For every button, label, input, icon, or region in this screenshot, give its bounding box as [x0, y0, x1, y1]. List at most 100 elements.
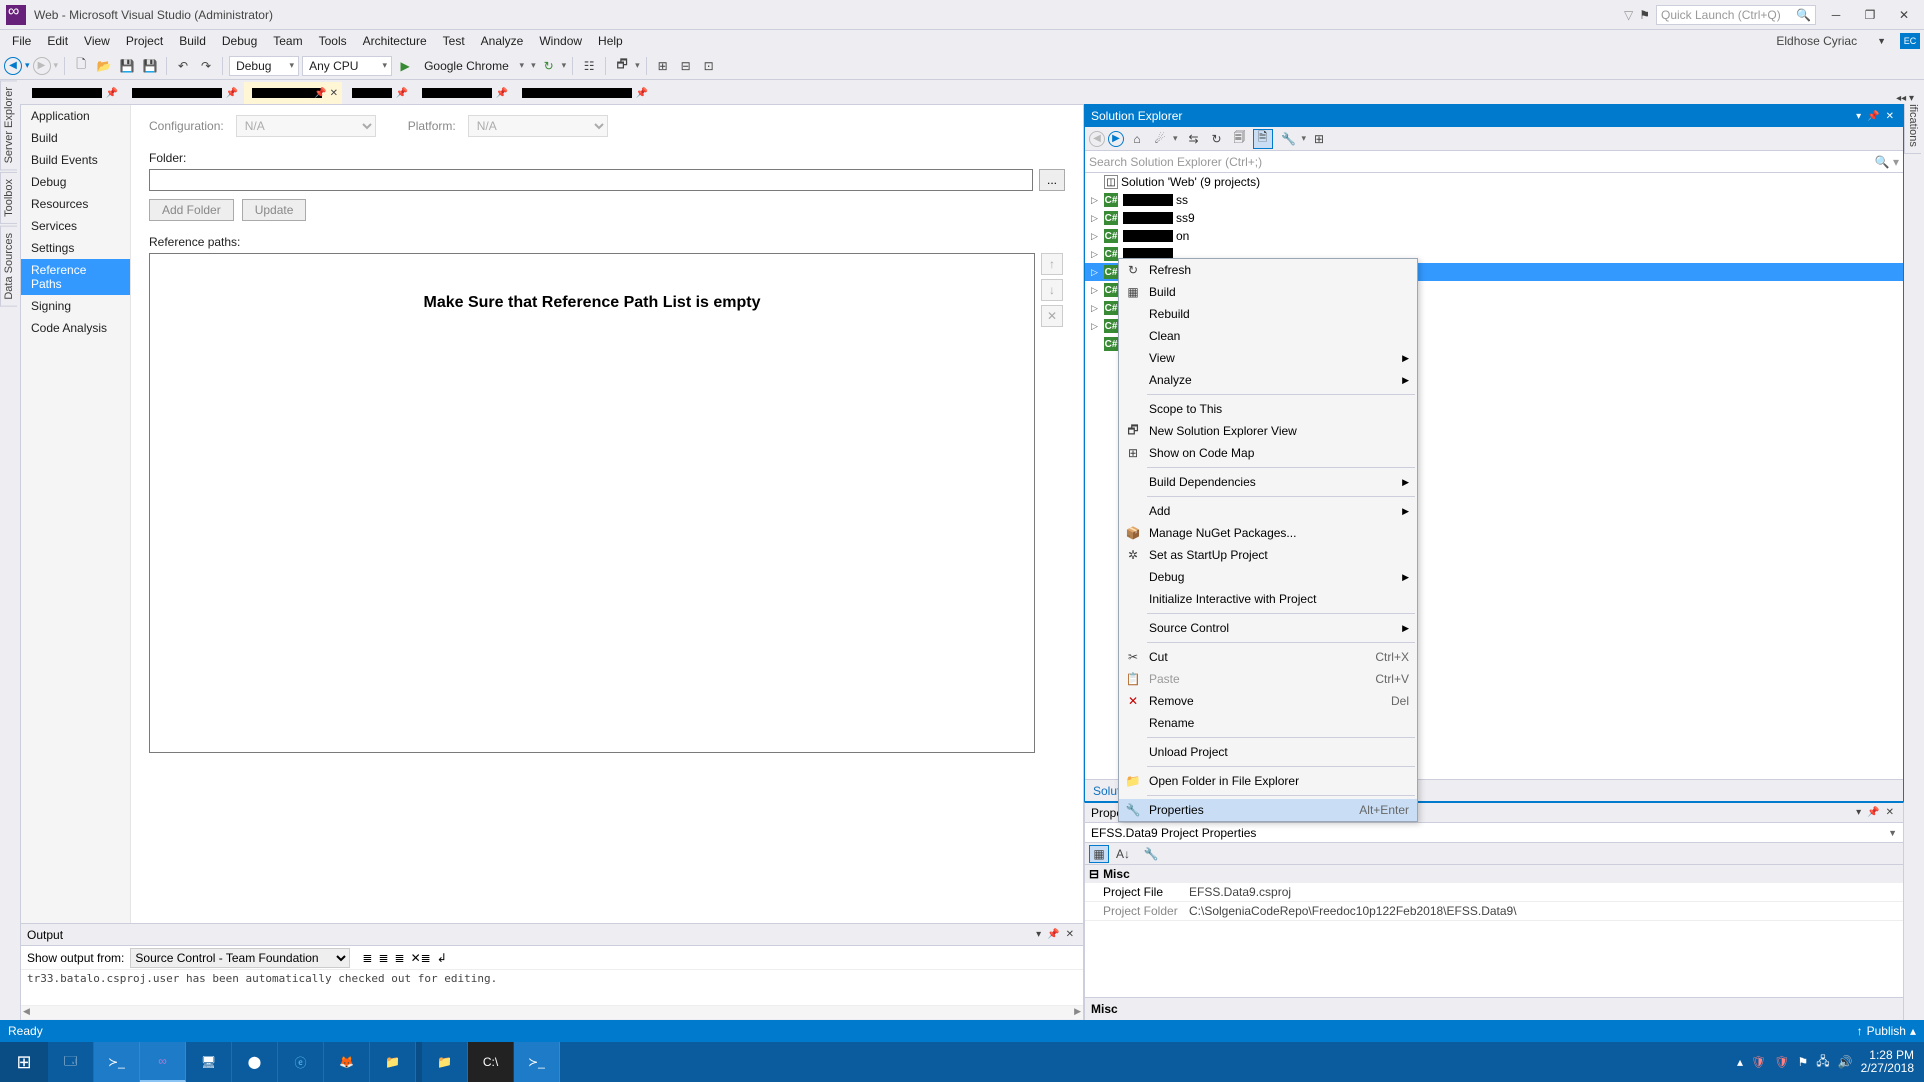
document-tab[interactable]: 📌: [344, 82, 412, 104]
ctx-clean[interactable]: Clean: [1119, 325, 1417, 347]
ctx-unload-project[interactable]: Unload Project: [1119, 741, 1417, 763]
tb-extra3-icon[interactable]: ⊞: [653, 56, 673, 76]
firefox-icon[interactable]: 🦊: [324, 1042, 370, 1082]
autohide-icon[interactable]: 📌: [1864, 111, 1882, 122]
system-clock[interactable]: 1:28 PM 2/27/2018: [1861, 1049, 1914, 1075]
reference-paths-list[interactable]: Make Sure that Reference Path List is em…: [149, 253, 1035, 753]
tray-up-icon[interactable]: ▴: [1737, 1055, 1743, 1069]
notification-flag-icon[interactable]: ⚑: [1639, 8, 1650, 22]
pin-icon[interactable]: 📌: [396, 88, 408, 99]
menu-debug[interactable]: Debug: [214, 32, 265, 50]
se-codemap-icon[interactable]: ⊞: [1309, 129, 1329, 149]
open-file-icon[interactable]: 📂: [94, 56, 114, 76]
prop-value[interactable]: EFSS.Data9.csproj: [1185, 883, 1903, 901]
se-refresh-icon[interactable]: ↻: [1207, 129, 1227, 149]
ctx-source-control[interactable]: Source Control▶: [1119, 617, 1417, 639]
platform-select[interactable]: N/A: [468, 115, 608, 137]
system-tray[interactable]: ▴ 🛡 🛡 ⚑ 🖧 🔊 1:28 PM 2/27/2018: [1727, 1049, 1924, 1075]
filter-icon[interactable]: ▽: [1624, 8, 1633, 22]
window-position-icon[interactable]: ▾: [1033, 929, 1044, 940]
ctx-add[interactable]: Add▶: [1119, 500, 1417, 522]
save-icon[interactable]: 💾: [117, 56, 137, 76]
ctx-initialize-interactive-with-project[interactable]: Initialize Interactive with Project: [1119, 588, 1417, 610]
prop-nav-signing[interactable]: Signing: [21, 295, 130, 317]
ctx-scope-to-this[interactable]: Scope to This: [1119, 398, 1417, 420]
signed-in-user[interactable]: Eldhose Cyriac: [1768, 32, 1865, 50]
undo-icon[interactable]: ↶: [173, 56, 193, 76]
redo-icon[interactable]: ↷: [196, 56, 216, 76]
move-down-button[interactable]: ↓: [1041, 279, 1063, 301]
prop-nav-application[interactable]: Application: [21, 105, 130, 127]
server-explorer-tab[interactable]: Server Explorer: [0, 80, 17, 170]
user-menu-caret[interactable]: ▼: [1869, 34, 1894, 48]
tab-overflow-chevron[interactable]: ◂◂ ▾: [1892, 93, 1918, 104]
tb-extra2-icon[interactable]: 🗗: [612, 56, 632, 76]
autohide-icon[interactable]: 📌: [1864, 807, 1882, 818]
visual-studio-icon[interactable]: ∞: [140, 1042, 186, 1082]
document-tab[interactable]: 📌: [414, 82, 512, 104]
ctx-new-solution-explorer-view[interactable]: 🗗New Solution Explorer View: [1119, 420, 1417, 442]
minimize-button[interactable]: ─: [1822, 5, 1850, 25]
ctx-build[interactable]: ▦Build: [1119, 281, 1417, 303]
menu-edit[interactable]: Edit: [39, 32, 76, 50]
folder-input[interactable]: [149, 169, 1033, 191]
menu-help[interactable]: Help: [590, 32, 631, 50]
prop-nav-code-analysis[interactable]: Code Analysis: [21, 317, 130, 339]
properties-wrench-icon[interactable]: 🔧: [1141, 845, 1161, 863]
prop-nav-build-events[interactable]: Build Events: [21, 149, 130, 171]
tray-sound-icon[interactable]: 🔊: [1838, 1055, 1853, 1069]
start-debug-button[interactable]: ▶: [395, 56, 415, 76]
ctx-properties[interactable]: 🔧PropertiesAlt+Enter: [1119, 799, 1417, 821]
nav-forward-button[interactable]: ▶: [33, 57, 51, 75]
menu-project[interactable]: Project: [118, 32, 171, 50]
tray-shield-icon[interactable]: 🛡: [1751, 1055, 1766, 1069]
publish-button[interactable]: ↑ Publish ▴: [1857, 1024, 1916, 1038]
document-tab[interactable]: 📌: [24, 82, 122, 104]
save-all-icon[interactable]: 💾: [140, 56, 160, 76]
menu-window[interactable]: Window: [531, 32, 590, 50]
tray-network-icon[interactable]: 🖧: [1816, 1052, 1829, 1073]
ctx-analyze[interactable]: Analyze▶: [1119, 369, 1417, 391]
tb-extra1-icon[interactable]: ☷: [579, 56, 599, 76]
start-target-combo[interactable]: Google Chrome: [418, 56, 528, 76]
ctx-set-as-startup-project[interactable]: ✲Set as StartUp Project: [1119, 544, 1417, 566]
output-btn1-icon[interactable]: ≣: [362, 951, 372, 965]
prop-nav-reference-paths[interactable]: Reference Paths: [21, 259, 130, 295]
window-position-icon[interactable]: ▾: [1853, 111, 1864, 122]
prop-nav-build[interactable]: Build: [21, 127, 130, 149]
close-pane-icon[interactable]: ✕: [1883, 807, 1897, 818]
output-wrap-icon[interactable]: ↲: [437, 951, 447, 965]
start-button[interactable]: ⊞: [0, 1042, 48, 1082]
menu-build[interactable]: Build: [171, 32, 214, 50]
browser-refresh-icon[interactable]: ↻: [539, 56, 559, 76]
quick-launch-input[interactable]: Quick Launch (Ctrl+Q) 🔍: [1656, 5, 1816, 25]
ctx-show-on-code-map[interactable]: ⊞Show on Code Map: [1119, 442, 1417, 464]
add-folder-button[interactable]: Add Folder: [149, 199, 234, 221]
ctx-rebuild[interactable]: Rebuild: [1119, 303, 1417, 325]
nav-back-button[interactable]: ◀: [4, 57, 22, 75]
menu-architecture[interactable]: Architecture: [355, 32, 435, 50]
running-powershell-icon[interactable]: ≻_: [514, 1042, 560, 1082]
toolbox-tab[interactable]: Toolbox: [0, 172, 17, 224]
menu-test[interactable]: Test: [435, 32, 473, 50]
pin-icon[interactable]: 📌: [496, 88, 508, 99]
se-preview-icon[interactable]: 🗎: [1253, 129, 1273, 149]
ctx-debug[interactable]: Debug▶: [1119, 566, 1417, 588]
user-badge[interactable]: EC: [1900, 33, 1920, 49]
ctx-rename[interactable]: Rename: [1119, 712, 1417, 734]
ctx-manage-nuget-packages-[interactable]: 📦Manage NuGet Packages...: [1119, 522, 1417, 544]
solution-platform-combo[interactable]: Any CPU: [302, 56, 392, 76]
tb-extra5-icon[interactable]: ⊡: [699, 56, 719, 76]
window-position-icon[interactable]: ▾: [1853, 807, 1864, 818]
powershell-icon[interactable]: ≻_: [94, 1042, 140, 1082]
categorized-icon[interactable]: ▦: [1089, 845, 1109, 863]
se-forward-icon[interactable]: ▶: [1108, 131, 1124, 147]
prop-nav-services[interactable]: Services: [21, 215, 130, 237]
prop-nav-settings[interactable]: Settings: [21, 237, 130, 259]
new-project-icon[interactable]: 🗋: [71, 56, 91, 76]
alphabetical-icon[interactable]: A↓: [1113, 845, 1133, 863]
document-tab-active[interactable]: 📌 ✕: [244, 82, 342, 104]
ctx-build-dependencies[interactable]: Build Dependencies▶: [1119, 471, 1417, 493]
ctx-refresh[interactable]: ↻Refresh: [1119, 259, 1417, 281]
ctx-remove[interactable]: ✕RemoveDel: [1119, 690, 1417, 712]
